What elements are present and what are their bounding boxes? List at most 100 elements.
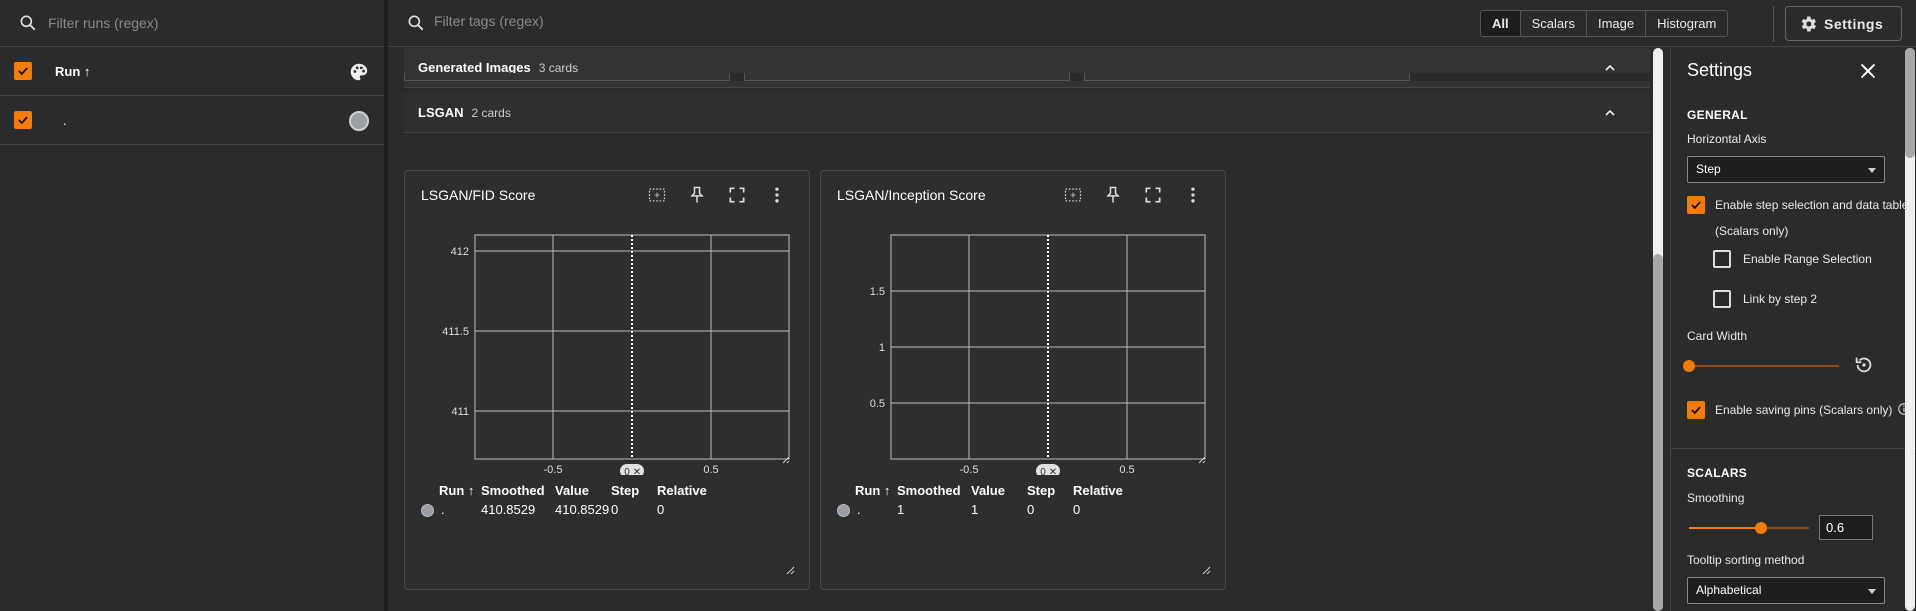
select-all-checkbox[interactable] [14,62,32,80]
check-icon [1691,406,1701,415]
fullscreen-button[interactable] [1141,183,1165,207]
runs-table-header: Run ↑ [0,47,387,96]
cell-value: 410.8529 [555,502,610,517]
runs-filter-input[interactable] [48,15,348,31]
card-width-slider-track[interactable] [1689,365,1839,367]
scalars-heading: SCALARS [1687,466,1748,480]
enable-saving-pins-checkbox[interactable] [1687,401,1705,419]
main-scrollbar[interactable] [1650,48,1666,611]
more-options-button[interactable] [765,183,789,207]
fit-domain-button[interactable] [1061,183,1085,207]
card-title: LSGAN/FID Score [421,187,536,203]
x-tick-label: -0.5 [544,464,563,475]
run-color-swatch[interactable] [349,111,369,131]
check-icon [18,116,28,125]
col-header-smoothed[interactable]: Smoothed [897,483,961,498]
step-chip-value: 0 [1040,467,1046,475]
col-header-run[interactable]: Run ↑ [439,483,474,498]
col-header-relative[interactable]: Relative [657,483,707,498]
card-resize-icon[interactable] [785,565,795,575]
col-header-step[interactable]: Step [611,483,639,498]
dropdown-arrow-icon [1868,589,1876,594]
dropdown-arrow-icon [1868,168,1876,173]
y-tick-label: 0.5 [870,398,885,410]
col-header-smoothed[interactable]: Smoothed [481,483,545,498]
line-chart[interactable]: 412 411.5 411 -0.5 0.5 0 ✕ [421,215,801,475]
fullscreen-icon [729,187,745,203]
y-tick-label: 411 [451,406,469,418]
group-card-count: 2 cards [471,105,511,120]
close-icon[interactable] [1857,60,1879,82]
more-options-button[interactable] [1181,183,1205,207]
tooltip-sort-value: Alphabetical [1696,583,1762,597]
card-title: LSGAN/Inception Score [837,187,986,203]
horizontal-axis-select[interactable]: Step [1687,156,1885,183]
y-tick-label: 1.5 [870,286,885,298]
settings-button[interactable]: Settings [1785,6,1902,41]
chevron-up-icon[interactable] [1602,105,1618,121]
col-header-value[interactable]: Value [971,483,1005,498]
group-header-generated-images[interactable]: Generated Images 3 cards [404,48,1650,88]
y-tick-label: 412 [451,246,469,258]
general-heading: GENERAL [1687,108,1748,122]
x-tick-label: -0.5 [960,464,979,475]
tooltip-sort-select[interactable]: Alphabetical [1687,577,1885,604]
enable-step-selection-checkbox[interactable] [1687,196,1705,214]
col-header-step[interactable]: Step [1027,483,1055,498]
run-name: . [63,112,67,128]
fullscreen-icon [1145,187,1161,203]
smoothing-input[interactable]: 0.6 [1819,515,1873,540]
resize-handle-icon[interactable] [782,456,790,464]
cell-smoothed: 410.8529 [481,502,536,517]
cell-relative: 0 [657,502,665,517]
close-icon[interactable]: ✕ [633,467,641,475]
step-chip-value: 0 [624,467,630,475]
link-by-step-checkbox[interactable] [1713,290,1731,308]
type-filter-scalars[interactable]: Scalars [1519,11,1586,36]
sort-ascending-icon: ↑ [883,483,891,498]
group-title: LSGAN [418,105,464,120]
type-filter-histogram[interactable]: Histogram [1645,11,1728,36]
close-icon[interactable]: ✕ [1049,467,1057,475]
cell-run: . [857,502,861,517]
chart-grid [890,234,1206,460]
reset-icon[interactable] [1853,354,1875,376]
step-selector-chip[interactable]: 0 ✕ [620,464,644,475]
card-width-slider-knob[interactable] [1683,360,1695,372]
x-tick-label: 0.5 [703,464,718,475]
smoothing-slider-knob[interactable] [1755,522,1767,534]
col-header-run[interactable]: Run ↑ [855,483,890,498]
line-chart[interactable]: 1.5 1 0.5 -0.5 0.5 0 ✕ [837,215,1217,475]
group-header-lsgan[interactable]: LSGAN 2 cards [404,93,1650,133]
smoothing-label: Smoothing [1687,491,1745,505]
scalar-card-inception-score: LSGAN/Inception Score 1.5 1 0.5 -0.5 0.5… [820,170,1226,590]
type-filter-all[interactable]: All [1481,11,1520,36]
settings-scrollbar[interactable] [1904,48,1916,611]
palette-icon[interactable] [348,61,370,83]
card-resize-icon[interactable] [1201,565,1211,575]
fit-to-data-icon [648,188,666,202]
fullscreen-button[interactable] [725,183,749,207]
col-header-relative[interactable]: Relative [1073,483,1123,498]
resize-handle-icon[interactable] [1198,456,1206,464]
type-filter-image[interactable]: Image [1585,11,1646,36]
run-checkbox[interactable] [14,111,32,129]
enable-range-selection-checkbox[interactable] [1713,250,1731,268]
settings-scrollbar-thumb[interactable] [1905,48,1915,158]
step-selector-chip[interactable]: 0 ✕ [1036,464,1060,475]
pin-icon [1106,186,1120,203]
run-column-header[interactable]: Run ↑ [55,64,90,79]
pin-button[interactable] [1101,183,1125,207]
pin-button[interactable] [685,183,709,207]
main-scrollbar-thumb[interactable] [1653,254,1663,611]
pin-icon [690,186,704,203]
cell-step: 0 [1027,502,1035,517]
sort-ascending-icon: ↑ [467,483,475,498]
more-vert-icon [1191,187,1195,203]
run-row[interactable]: . [0,96,387,145]
toolbar-separator [1773,6,1774,42]
enable-saving-pins-label: Enable saving pins (Scalars only) [1715,403,1893,417]
tags-filter-input[interactable] [434,13,834,29]
col-header-value[interactable]: Value [555,483,589,498]
fit-domain-button[interactable] [645,183,669,207]
